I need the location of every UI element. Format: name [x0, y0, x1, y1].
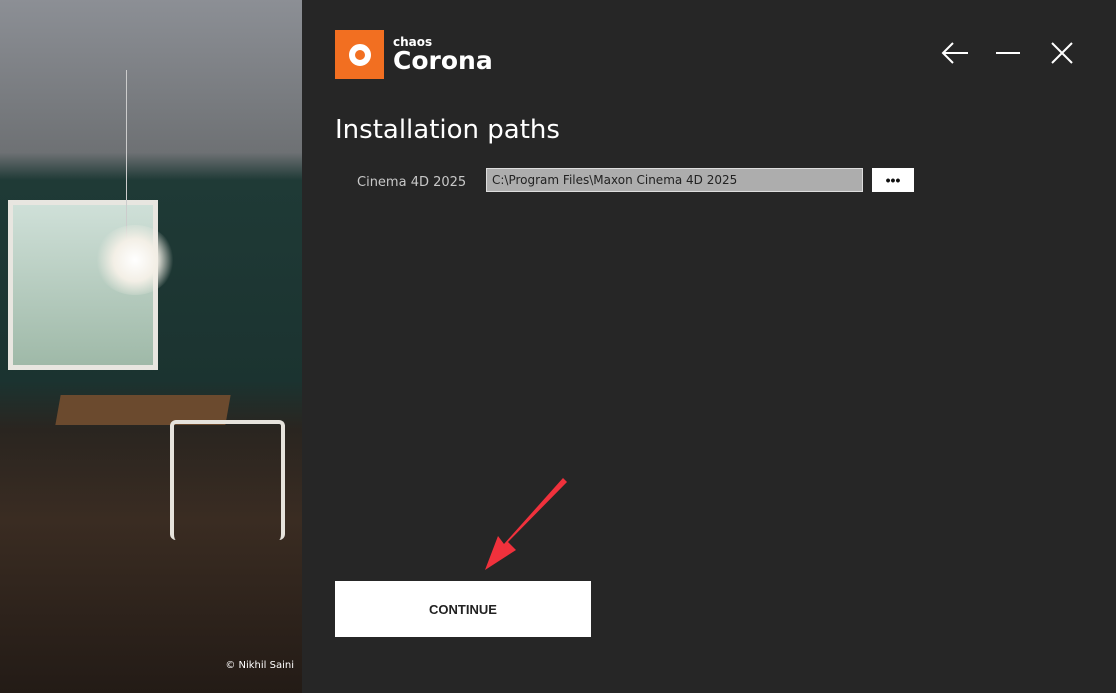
arrow-left-icon: [941, 42, 968, 64]
continue-button[interactable]: CONTINUE: [335, 581, 591, 637]
minimize-button[interactable]: [993, 40, 1023, 66]
photo-lamp-cord: [126, 70, 127, 240]
background-photo: © Nikhil Saini: [0, 0, 302, 693]
annotation-arrow-icon: [485, 478, 567, 570]
path-label-cinema4d: Cinema 4D 2025: [357, 175, 467, 190]
close-icon: [1051, 42, 1073, 64]
page-title: Installation paths: [335, 115, 560, 145]
minimize-icon: [996, 52, 1020, 54]
photo-lamp: [95, 225, 175, 295]
install-path-input[interactable]: [486, 168, 863, 192]
photo-chair: [170, 420, 285, 540]
browse-button[interactable]: •••: [872, 168, 914, 192]
corona-logo-icon: [335, 30, 384, 79]
logo-brand-big: Corona: [393, 46, 493, 75]
photo-credit: © Nikhil Saini: [225, 660, 294, 671]
corona-logo: chaos Corona: [335, 30, 493, 79]
close-button[interactable]: [1047, 40, 1077, 66]
back-button[interactable]: [940, 40, 970, 66]
